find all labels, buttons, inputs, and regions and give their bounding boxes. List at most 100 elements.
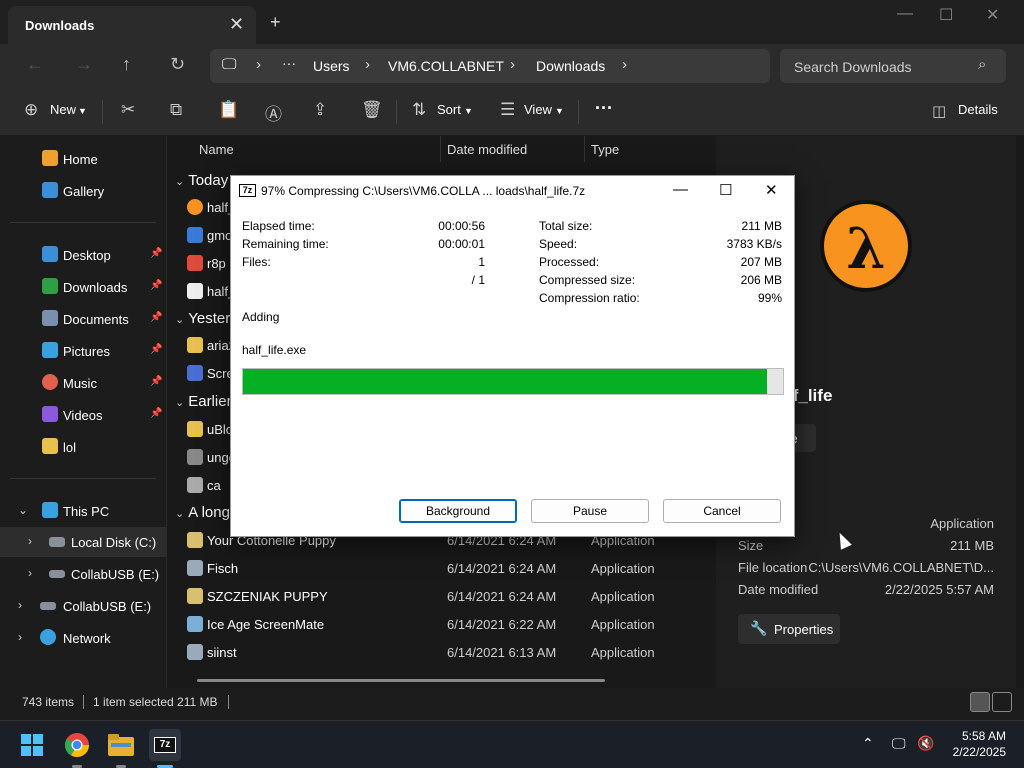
details-button[interactable]: Details: [958, 102, 998, 117]
dialog-title-bar[interactable]: 7z 97% Compressing C:\Users\VM6.COLLA ..…: [231, 176, 794, 206]
selection-info: 1 item selected 211 MB: [93, 695, 218, 709]
breadcrumb-downloads[interactable]: Downloads: [536, 58, 605, 74]
table-row[interactable]: SZCZENIAK PUPPY 6/14/2021 6:24 AM Applicat…: [181, 583, 711, 611]
chevron-right-icon[interactable]: ›: [18, 630, 22, 644]
close-window-button[interactable]: ✕: [986, 5, 999, 25]
tiles-view-icon[interactable]: [992, 692, 1012, 712]
breadcrumb[interactable]: 🖵 › ··· Users › VM6.COLLABNET › Download…: [210, 49, 770, 83]
tab-downloads[interactable]: Downloads ✕: [8, 6, 256, 44]
group-earlier[interactable]: ⌄ Earlier: [175, 393, 232, 410]
taskbar-chrome[interactable]: [61, 729, 93, 768]
usb-drive-icon: [49, 570, 65, 578]
sidebar-item-local-disk[interactable]: › Local Disk (C:): [0, 527, 166, 557]
paste-icon[interactable]: 📋: [218, 100, 239, 120]
group-label: Yester: [188, 310, 231, 327]
pin-icon: 📌: [150, 344, 163, 355]
sidebar-item-music[interactable]: Music 📌: [0, 368, 166, 398]
app-icon: [187, 616, 203, 632]
copy-icon[interactable]: ⧉: [170, 100, 182, 120]
sidebar-item-label: Local Disk (C:): [71, 535, 157, 550]
sort-button[interactable]: Sort: [437, 102, 461, 117]
group-today[interactable]: ⌄ Today: [175, 172, 228, 189]
chevron-right-icon[interactable]: ›: [28, 534, 32, 548]
sidebar-item-downloads[interactable]: Downloads 📌: [0, 272, 166, 302]
file-icon: [187, 283, 203, 299]
chevron-right-icon[interactable]: ›: [18, 598, 22, 612]
breadcrumb-users[interactable]: Users: [313, 58, 350, 74]
share-icon[interactable]: ⇪: [313, 100, 327, 120]
sidebar-item-home[interactable]: Home: [0, 144, 166, 174]
group-long-ago[interactable]: ⌄ A long: [175, 504, 230, 521]
search-input[interactable]: Search Downloads ⌕: [780, 49, 1006, 83]
file-date: 6/14/2021 6:22 AM: [447, 617, 557, 632]
chevron-down-icon: ⌄: [175, 176, 185, 188]
pin-icon: 📌: [150, 408, 163, 419]
sidebar-item-collabusb-root[interactable]: › CollabUSB (E:): [0, 591, 166, 621]
group-yesterday[interactable]: ⌄ Yester: [175, 310, 230, 327]
sidebar-item-this-pc[interactable]: ⌄ This PC: [0, 496, 166, 526]
new-tab-button[interactable]: +: [270, 12, 281, 33]
column-header-name[interactable]: Name: [199, 142, 234, 157]
chevron-right-icon[interactable]: ›: [28, 566, 32, 580]
properties-button[interactable]: 🔧 Properties: [738, 614, 840, 644]
up-arrow-icon[interactable]: ↑: [122, 54, 131, 75]
details-type-value: Application: [930, 516, 994, 531]
pause-button[interactable]: Pause: [531, 499, 649, 523]
sidebar-item-videos[interactable]: Videos 📌: [0, 400, 166, 430]
maximize-button[interactable]: ☐: [939, 5, 953, 25]
sidebar-item-documents[interactable]: Documents 📌: [0, 304, 166, 334]
view-button[interactable]: View: [524, 102, 552, 117]
breadcrumb-vm6[interactable]: VM6.COLLABNET: [388, 58, 504, 74]
more-options-button[interactable]: ···: [595, 98, 613, 119]
column-header-type[interactable]: Type: [591, 142, 619, 157]
minimize-button[interactable]: —: [897, 5, 913, 23]
chevron-down-icon: ▼: [555, 106, 564, 116]
details-view-icon[interactable]: [970, 692, 990, 712]
table-row[interactable]: Fisch 6/14/2021 6:24 AM Application: [181, 555, 711, 583]
cut-icon[interactable]: ✂: [121, 100, 135, 120]
file-name: SZCZENIAK PUPPY: [207, 589, 328, 604]
column-header-date[interactable]: Date modified: [447, 142, 527, 157]
network-icon[interactable]: 🖵: [892, 735, 906, 752]
delete-icon[interactable]: 🗑: [361, 100, 383, 120]
refresh-icon[interactable]: ↻: [170, 54, 185, 75]
sort-icon: ⇅: [412, 100, 427, 119]
background-button[interactable]: Background: [399, 499, 517, 523]
chevron-down-icon: ⌄: [175, 508, 185, 520]
rename-icon[interactable]: Ⓐ: [265, 100, 282, 125]
videos-icon: [42, 406, 58, 422]
chevron-down-icon[interactable]: ⌄: [18, 503, 28, 517]
taskbar-7zip[interactable]: 7z: [149, 729, 181, 768]
table-row[interactable]: siinst 6/14/2021 6:13 AM Application: [181, 639, 711, 667]
dialog-minimize-button[interactable]: —: [673, 181, 688, 198]
puppy-icon: [187, 532, 203, 548]
files-label: Files:: [242, 255, 271, 269]
clock[interactable]: 5:58 AM 2/22/2025: [953, 728, 1006, 760]
start-button[interactable]: [16, 729, 48, 761]
taskbar-file-explorer[interactable]: [105, 729, 137, 768]
close-tab-icon[interactable]: ✕: [229, 14, 244, 35]
column-divider[interactable]: [440, 136, 441, 162]
cancel-button[interactable]: Cancel: [663, 499, 781, 523]
sidebar-item-desktop[interactable]: Desktop 📌: [0, 240, 166, 270]
volume-muted-icon[interactable]: 🔇: [917, 735, 934, 752]
column-divider[interactable]: [584, 136, 585, 162]
chevron-up-icon[interactable]: ⌃: [862, 735, 874, 752]
horizontal-scrollbar[interactable]: [197, 679, 605, 682]
table-row[interactable]: Ice Age ScreenMate 6/14/2021 6:22 AM Appli…: [181, 611, 711, 639]
sidebar-item-lol[interactable]: lol: [0, 432, 166, 462]
new-button[interactable]: New: [50, 102, 76, 117]
pictures-icon: [42, 342, 58, 358]
sidebar-item-collabusb[interactable]: › CollabUSB (E:): [0, 559, 166, 589]
sidebar-item-pictures[interactable]: Pictures 📌: [0, 336, 166, 366]
sidebar-item-network[interactable]: › Network: [0, 623, 166, 653]
forward-arrow-icon[interactable]: →: [75, 54, 93, 75]
app-icon: [187, 449, 203, 465]
dialog-close-button[interactable]: ✕: [765, 181, 778, 199]
sidebar-item-gallery[interactable]: Gallery: [0, 176, 166, 206]
back-arrow-icon[interactable]: ←: [26, 54, 44, 75]
dialog-maximize-button[interactable]: ☐: [719, 181, 732, 199]
breadcrumb-more[interactable]: ···: [282, 55, 296, 71]
remaining-value: 00:00:01: [438, 237, 485, 251]
chevron-down-icon: ▼: [464, 106, 473, 116]
